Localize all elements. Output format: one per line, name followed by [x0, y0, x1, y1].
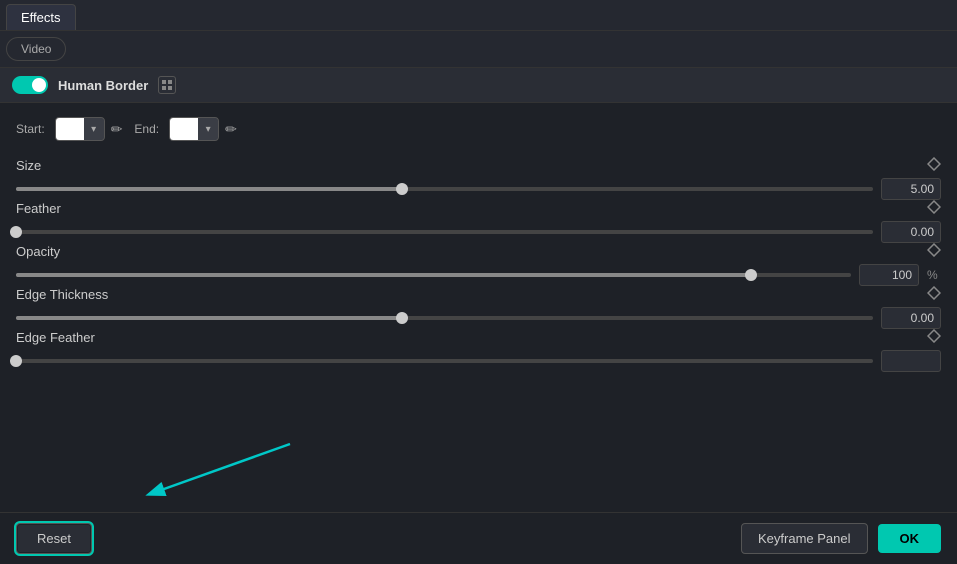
color-row: Start: ▾ ✏ End: ▾ ✏: [16, 117, 941, 141]
slider-label-edge-feather: Edge Feather: [16, 330, 95, 345]
slider-section-edge-feather: Edge Feather: [16, 329, 941, 372]
end-label: End:: [134, 122, 159, 136]
start-color-group: ▾ ✏: [55, 117, 125, 141]
slider-value-input-size[interactable]: [881, 178, 941, 200]
slider-track-feather[interactable]: [16, 230, 873, 234]
bottom-right: Keyframe Panel OK: [741, 523, 941, 554]
slider-header-feather: Feather: [16, 200, 941, 217]
slider-label-size: Size: [16, 158, 41, 173]
slider-row-size: [16, 178, 941, 200]
slider-thumb-opacity[interactable]: [745, 269, 757, 281]
diamond-icon-feather[interactable]: [927, 200, 941, 217]
slider-thumb-size[interactable]: [396, 183, 408, 195]
human-border-toggle[interactable]: [12, 76, 48, 94]
main-tab-bar: Effects: [0, 0, 957, 31]
slider-thumb-edge-thickness[interactable]: [396, 312, 408, 324]
slider-section-feather: Feather: [16, 200, 941, 243]
slider-value-input-opacity[interactable]: [859, 264, 919, 286]
tab-video[interactable]: Video: [6, 37, 66, 61]
diamond-icon-size[interactable]: [927, 157, 941, 174]
end-color-group: ▾ ✏: [169, 117, 239, 141]
section-header: Human Border: [0, 68, 957, 103]
slider-header-size: Size: [16, 157, 941, 174]
slider-section-opacity: Opacity%: [16, 243, 941, 286]
diamond-icon-opacity[interactable]: [927, 243, 941, 260]
slider-row-edge-feather: [16, 350, 941, 372]
tab-effects[interactable]: Effects: [6, 4, 76, 30]
slider-section-size: Size: [16, 157, 941, 200]
slider-section-edge-thickness: Edge Thickness: [16, 286, 941, 329]
slider-track-edge-feather[interactable]: [16, 359, 873, 363]
slider-fill-opacity: [16, 273, 751, 277]
section-title: Human Border: [58, 78, 148, 93]
slider-track-edge-thickness[interactable]: [16, 316, 873, 320]
slider-fill-size: [16, 187, 402, 191]
end-eyedropper-btn[interactable]: ✏: [223, 119, 239, 140]
grid-icon[interactable]: [158, 76, 176, 94]
slider-row-feather: [16, 221, 941, 243]
slider-value-input-edge-thickness[interactable]: [881, 307, 941, 329]
start-label: Start:: [16, 122, 45, 136]
slider-label-edge-thickness: Edge Thickness: [16, 287, 108, 302]
slider-row-opacity: %: [16, 264, 941, 286]
secondary-tab-bar: Video: [0, 31, 957, 68]
end-color-dropdown[interactable]: ▾: [198, 118, 218, 140]
start-color-swatch-btn[interactable]: ▾: [55, 117, 105, 141]
diamond-icon-edge-thickness[interactable]: [927, 286, 941, 303]
slider-header-edge-thickness: Edge Thickness: [16, 286, 941, 303]
slider-unit-opacity: %: [927, 268, 941, 282]
slider-row-edge-thickness: [16, 307, 941, 329]
start-color-swatch: [56, 118, 84, 140]
diamond-icon-edge-feather[interactable]: [927, 329, 941, 346]
reset-button[interactable]: Reset: [16, 523, 92, 554]
end-color-swatch-btn[interactable]: ▾: [169, 117, 219, 141]
slider-track-opacity[interactable]: [16, 273, 851, 277]
keyframe-panel-button[interactable]: Keyframe Panel: [741, 523, 868, 554]
main-content: Start: ▾ ✏ End: ▾ ✏ SizeFeatherOpacity%E…: [0, 103, 957, 386]
start-eyedropper-btn[interactable]: ✏: [109, 119, 125, 140]
sliders-container: SizeFeatherOpacity%Edge ThicknessEdge Fe…: [16, 157, 941, 372]
slider-value-input-feather[interactable]: [881, 221, 941, 243]
slider-fill-edge-thickness: [16, 316, 402, 320]
slider-value-input-edge-feather[interactable]: [881, 350, 941, 372]
end-color-swatch: [170, 118, 198, 140]
ok-button[interactable]: OK: [878, 524, 942, 553]
slider-label-opacity: Opacity: [16, 244, 60, 259]
slider-header-edge-feather: Edge Feather: [16, 329, 941, 346]
start-color-dropdown[interactable]: ▾: [84, 118, 104, 140]
slider-header-opacity: Opacity: [16, 243, 941, 260]
slider-track-size[interactable]: [16, 187, 873, 191]
slider-thumb-feather[interactable]: [10, 226, 22, 238]
bottom-bar: Reset Keyframe Panel OK: [0, 512, 957, 564]
slider-thumb-edge-feather[interactable]: [10, 355, 22, 367]
slider-label-feather: Feather: [16, 201, 61, 216]
